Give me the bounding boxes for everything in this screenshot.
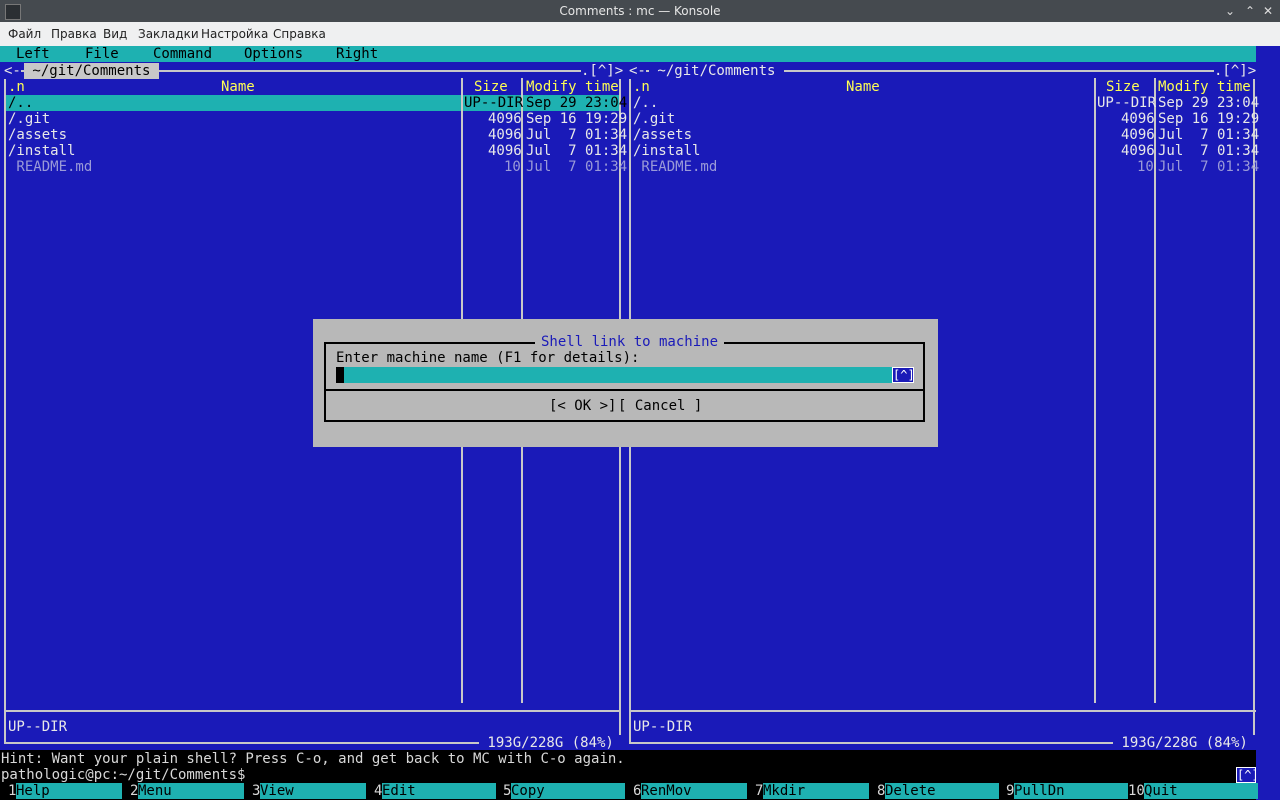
fkey-num: 10	[1128, 783, 1145, 799]
left-mini-status: UP--DIR	[8, 719, 68, 735]
chevron-up-icon[interactable]: ⌃	[1242, 3, 1258, 19]
table-row-name[interactable]: /assets	[633, 127, 692, 143]
fkey-help-button[interactable]: Help	[16, 783, 122, 799]
table-row-name[interactable]: /install	[8, 143, 75, 159]
table-row-mtime: Jul 7 01:34	[1158, 143, 1260, 159]
command-history-button[interactable]: [^]	[1236, 767, 1259, 783]
table-row-size: UP--DIR	[464, 95, 524, 111]
fkey-edit-button[interactable]: Edit	[382, 783, 496, 799]
ok-button[interactable]: [< OK >]	[549, 398, 616, 414]
fkey-view-button[interactable]: View	[260, 783, 366, 799]
mc-menu-left[interactable]: Left	[16, 46, 50, 62]
right-header-name[interactable]: Name	[846, 79, 880, 95]
table-row-size: 10	[1137, 159, 1154, 175]
mc-menu-right[interactable]: Right	[336, 46, 378, 62]
terminal-scrollbar[interactable]	[1256, 46, 1280, 800]
window-titlebar: Comments : mc — Konsole ⌄ ⌃ ✕	[0, 0, 1280, 22]
fkey-menu-button[interactable]: Menu	[138, 783, 244, 799]
table-row-size: 4096	[488, 127, 522, 143]
window-title: Comments : mc — Konsole	[559, 4, 721, 18]
text-cursor	[336, 367, 344, 383]
left-selected-row[interactable]	[6, 95, 461, 111]
left-corner-controls[interactable]: .[^]>	[581, 63, 624, 79]
menu-edit[interactable]: Правка	[51, 27, 97, 41]
table-row-name[interactable]: /..	[633, 95, 658, 111]
menu-file[interactable]: Файл	[8, 27, 41, 41]
cancel-button[interactable]: [ Cancel ]	[618, 398, 702, 414]
right-mini-status: UP--DIR	[633, 719, 693, 735]
table-row-mtime: Jul 7 01:34	[526, 159, 628, 175]
right-sort-indicator[interactable]: .n	[633, 79, 650, 95]
table-row-size: 10	[504, 159, 521, 175]
fkey-quit-button[interactable]: Quit	[1144, 783, 1258, 799]
dialog-prompt: Enter machine name (F1 for details):	[336, 350, 640, 366]
input-history-button[interactable]: [^]	[892, 367, 915, 383]
table-row-size: 4096	[1121, 143, 1155, 159]
right-path: ~/git/Comments	[649, 63, 784, 79]
menu-view[interactable]: Вид	[103, 27, 127, 41]
table-row-mtime: Jul 7 01:34	[526, 127, 628, 143]
table-row-mtime: Sep 16 19:29	[1158, 111, 1260, 127]
table-row-size: 4096	[1121, 111, 1155, 127]
table-row-size: 4096	[488, 111, 522, 127]
table-row-name[interactable]: README.md	[633, 159, 717, 175]
machine-name-input[interactable]	[336, 367, 914, 383]
fkey-mkdir-button[interactable]: Mkdir	[763, 783, 869, 799]
right-header-mtime[interactable]: Modify time	[1158, 79, 1251, 95]
left-nav-arrow[interactable]: <-	[4, 63, 21, 79]
table-row-mtime: Sep 16 19:29	[526, 111, 628, 127]
table-row-size: 4096	[488, 143, 522, 159]
fkey-renmov-button[interactable]: RenMov	[641, 783, 747, 799]
right-header-size[interactable]: Size	[1106, 79, 1140, 95]
right-nav-arrow[interactable]: <-	[629, 63, 646, 79]
dialog-divider	[324, 389, 925, 391]
left-sort-indicator[interactable]: .n	[8, 79, 25, 95]
table-row-size: UP--DIR	[1097, 95, 1157, 111]
table-row-name[interactable]: README.md	[8, 159, 92, 175]
table-row-mtime: Jul 7 01:34	[526, 143, 628, 159]
dialog-title: Shell link to machine	[535, 334, 725, 350]
left-header-name[interactable]: Name	[221, 79, 255, 95]
left-free-space: 193G/228G (84%)	[479, 735, 623, 751]
menu-settings[interactable]: Настройка	[201, 27, 268, 41]
table-row-mtime: Jul 7 01:34	[1158, 127, 1260, 143]
right-corner-controls[interactable]: .[^]>	[1214, 63, 1257, 79]
right-free-space: 193G/228G (84%)	[1113, 735, 1257, 751]
mc-menu-command[interactable]: Command	[153, 46, 212, 62]
table-row-mtime: Sep 29 23:04	[526, 95, 628, 111]
fkey-pulldn-button[interactable]: PullDn	[1014, 783, 1128, 799]
table-row-name[interactable]: /install	[633, 143, 700, 159]
table-row-name[interactable]: /..	[8, 95, 33, 111]
table-row-mtime: Jul 7 01:34	[1158, 159, 1260, 175]
mc-menu-file[interactable]: File	[85, 46, 119, 62]
left-header-mtime[interactable]: Modify time	[526, 79, 619, 95]
left-path: ~/git/Comments	[24, 63, 159, 79]
table-row-mtime: Sep 29 23:04	[1158, 95, 1260, 111]
close-icon[interactable]: ✕	[1260, 3, 1276, 19]
table-row-name[interactable]: /.git	[8, 111, 50, 127]
left-header-size[interactable]: Size	[474, 79, 508, 95]
shell-link-dialog: Shell link to machine Enter machine name…	[313, 319, 938, 447]
table-row-name[interactable]: /assets	[8, 127, 67, 143]
table-row-name[interactable]: /.git	[633, 111, 675, 127]
hint-line: Hint: Want your plain shell? Press C-o, …	[1, 751, 625, 767]
table-row-size: 4096	[1121, 127, 1155, 143]
mc-menubar: Left File Command Options Right	[0, 46, 1256, 62]
mc-menu-options[interactable]: Options	[244, 46, 303, 62]
shell-prompt[interactable]: pathologic@pc:~/git/Comments$	[1, 767, 245, 783]
konsole-menubar: Файл Правка Вид Закладки Настройка Справ…	[0, 22, 1280, 46]
menu-help[interactable]: Справка	[273, 27, 326, 41]
chevron-down-icon[interactable]: ⌄	[1222, 3, 1238, 19]
fkey-delete-button[interactable]: Delete	[885, 783, 999, 799]
menu-bookmarks[interactable]: Закладки	[138, 27, 199, 41]
fkey-copy-button[interactable]: Copy	[511, 783, 625, 799]
